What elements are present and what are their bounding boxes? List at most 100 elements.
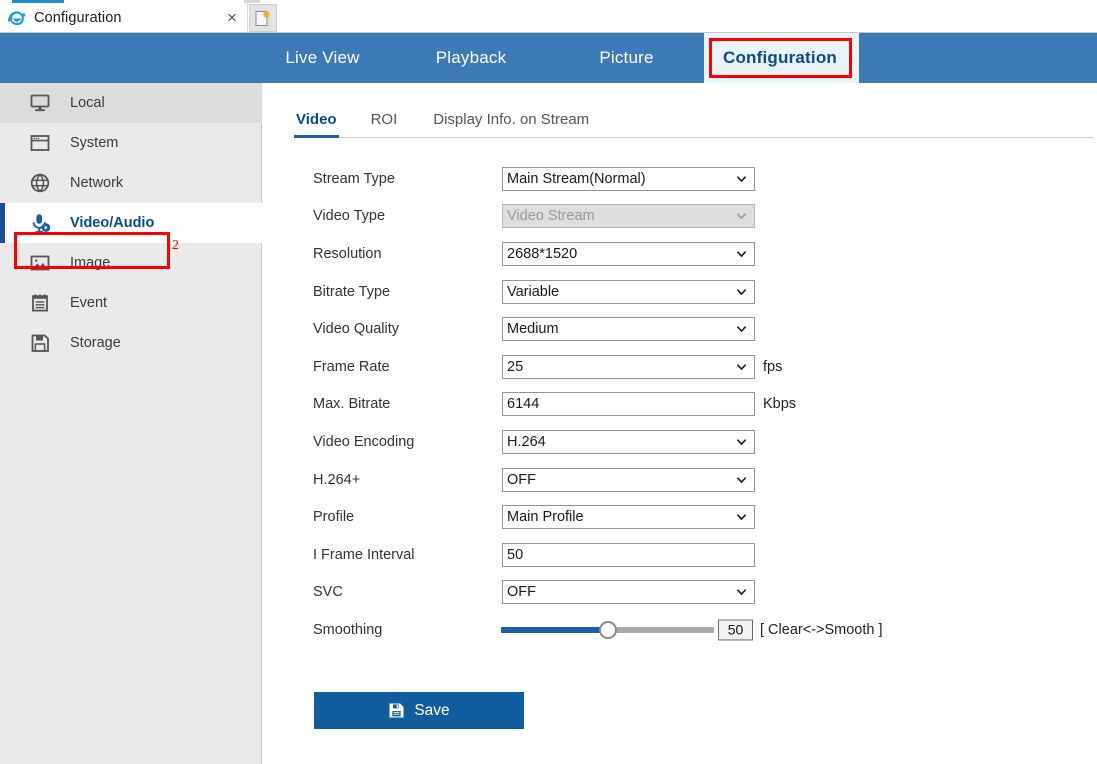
form-row-svc: SVC OFF (263, 574, 1097, 612)
sub-tab-bar: Video ROI Display Info. on Stream (294, 102, 1094, 138)
chevron-down-icon (736, 175, 747, 183)
sidebar-item-label: Image (70, 255, 111, 271)
video-encoding-select[interactable]: H.264 (502, 429, 755, 454)
sidebar-item-label: Local (70, 95, 105, 111)
form-row-bitrate-type: Bitrate Type Variable (263, 273, 1097, 311)
field-value: Main Stream(Normal) (507, 170, 646, 187)
chevron-down-icon (736, 363, 747, 370)
sidebar-item-storage[interactable]: Storage (0, 323, 262, 363)
chevron-down-icon (736, 514, 747, 521)
form-row-i-frame-interval: I Frame Interval 50 (263, 536, 1097, 574)
field-value: OFF (507, 471, 536, 488)
nav-item-configuration[interactable]: Configuration (704, 33, 856, 83)
sidebar-item-event[interactable]: Event (0, 283, 262, 323)
field-label: Resolution (313, 245, 382, 262)
chevron-down-icon (736, 589, 747, 596)
nav-active-edge (856, 33, 859, 83)
chevron-down-icon (736, 251, 747, 258)
field-label: Stream Type (313, 170, 395, 187)
field-label: H.264+ (313, 471, 361, 488)
sidebar-item-video-audio[interactable]: Video/Audio (0, 203, 262, 243)
field-label: Video Quality (313, 321, 399, 338)
field-label: Bitrate Type (313, 283, 391, 300)
slider-thumb[interactable] (599, 620, 617, 639)
sidebar-item-network[interactable]: Network (0, 163, 262, 203)
form-row-resolution: Resolution 2688*1520 (263, 235, 1097, 273)
field-value: H.264 (507, 433, 546, 450)
field-label: Profile (313, 509, 355, 526)
sidebar-item-local[interactable]: Local (0, 83, 262, 123)
sidebar-item-label: Video/Audio (70, 215, 155, 231)
unit-label-fps: fps (763, 358, 783, 375)
h264-plus-select[interactable]: OFF (502, 467, 755, 492)
nav-item-live-view[interactable]: Live View (252, 33, 393, 83)
field-label: Frame Rate (313, 358, 390, 375)
field-label: Video Encoding (313, 433, 415, 450)
new-tab-button[interactable] (249, 4, 277, 32)
monitor-icon (28, 91, 52, 115)
close-icon[interactable]: × (219, 5, 245, 31)
field-value: Medium (507, 321, 559, 338)
form-row-smoothing: Smoothing 50 [ Clear<->Smooth ] (263, 611, 1097, 649)
form-row-video-quality: Video Quality Medium (263, 310, 1097, 348)
field-label: Max. Bitrate (313, 396, 391, 413)
tab-roi[interactable]: ROI (369, 102, 400, 137)
save-button-label: Save (414, 701, 450, 719)
notepad-icon (28, 291, 52, 315)
form-row-video-encoding: Video Encoding H.264 (263, 423, 1097, 461)
profile-select[interactable]: Main Profile (502, 505, 755, 530)
chevron-down-icon (736, 326, 747, 333)
save-button[interactable]: Save (314, 692, 524, 729)
field-value: Variable (507, 283, 560, 300)
nav-item-picture[interactable]: Picture (549, 33, 704, 83)
annotation-number-2: 2 (172, 238, 179, 253)
field-value: 2688*1520 (507, 245, 578, 262)
browser-tabstrip: Configuration × (0, 3, 1097, 33)
stream-type-select[interactable]: Main Stream(Normal) (502, 166, 755, 191)
field-value: Video Stream (507, 208, 595, 225)
sidebar-item-label: Event (70, 295, 108, 311)
i-frame-interval-input[interactable]: 50 (502, 542, 755, 567)
sidebar-item-system[interactable]: System (0, 123, 262, 163)
sidebar: Local System Network Video/Audio Image E… (0, 83, 262, 764)
tab-video[interactable]: Video (294, 102, 339, 138)
browser-tab[interactable]: Configuration × (2, 3, 248, 32)
slider-fill (501, 626, 608, 633)
form-row-profile: Profile Main Profile (263, 498, 1097, 536)
globe-icon (28, 171, 52, 195)
frame-rate-select[interactable]: 25 (502, 354, 755, 379)
microphone-icon (28, 211, 52, 235)
field-value: 6144 (507, 396, 540, 413)
form-row-max-bitrate: Max. Bitrate 6144 Kbps (263, 386, 1097, 424)
field-label: Smoothing (313, 621, 383, 638)
video-type-select: Video Stream (502, 204, 755, 229)
sidebar-item-label: Storage (70, 335, 121, 351)
chevron-down-icon (736, 439, 747, 446)
sidebar-item-image[interactable]: Image (0, 243, 262, 283)
field-value: 50 (507, 546, 524, 563)
field-label: Video Type (313, 208, 386, 225)
tab-title: Configuration (34, 9, 122, 26)
tab-display-info-on-stream[interactable]: Display Info. on Stream (431, 102, 591, 137)
resolution-select[interactable]: 2688*1520 (502, 241, 755, 266)
max-bitrate-input[interactable]: 6144 (502, 392, 755, 417)
svc-select[interactable]: OFF (502, 580, 755, 605)
field-label: SVC (313, 584, 343, 601)
sidebar-item-label: System (70, 135, 119, 151)
form-row-frame-rate: Frame Rate 25 fps (263, 348, 1097, 386)
form-row-h264-plus: H.264+ OFF (263, 461, 1097, 499)
internet-explorer-icon (7, 9, 26, 27)
floppy-save-icon (389, 703, 404, 718)
nav-item-playback[interactable]: Playback (393, 33, 549, 83)
browser-window: Configuration × Live View Playback Pictu… (0, 0, 1097, 764)
smoothing-slider[interactable] (501, 620, 714, 639)
main-navigation: Live View Playback Picture Configuration (0, 33, 1097, 83)
floppy-icon (28, 331, 52, 355)
form-row-stream-type: Stream Type Main Stream(Normal) (263, 160, 1097, 198)
field-value: 25 (507, 358, 524, 375)
video-quality-select[interactable]: Medium (502, 317, 755, 342)
smoothing-value-input[interactable]: 50 (718, 619, 753, 641)
bitrate-type-select[interactable]: Variable (502, 279, 755, 304)
form-row-video-type: Video Type Video Stream (263, 198, 1097, 236)
window-icon (28, 131, 52, 155)
